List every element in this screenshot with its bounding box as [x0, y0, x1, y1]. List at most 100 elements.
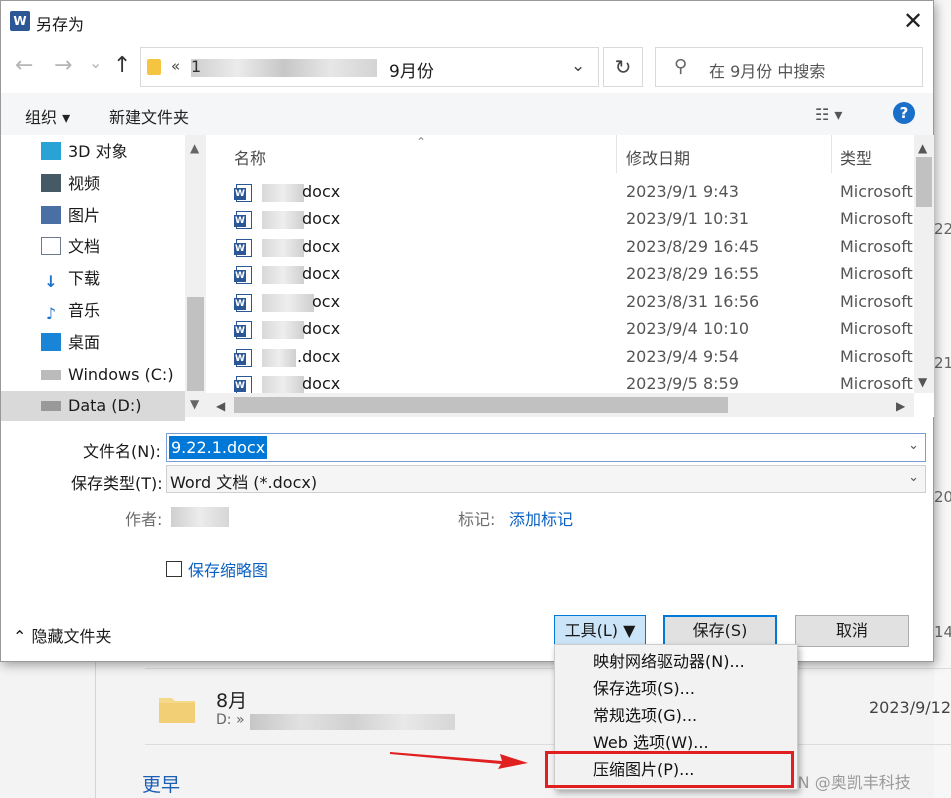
- nav-pane-scroll-thumb[interactable]: [187, 297, 204, 391]
- scroll-right-icon[interactable]: ▶: [896, 399, 905, 413]
- background-number: 21: [934, 354, 951, 372]
- chevron-down-icon[interactable]: ⌄: [908, 438, 919, 453]
- column-header-type[interactable]: 类型: [840, 145, 872, 169]
- word-document-icon: [234, 376, 252, 394]
- forward-arrow-icon[interactable]: →: [54, 54, 72, 78]
- annotation-highlight-box: [545, 751, 794, 788]
- cancel-button[interactable]: 取消: [795, 615, 909, 647]
- file-type: Microsoft: [840, 237, 913, 256]
- file-date: 2023/8/29 16:45: [626, 237, 760, 256]
- new-folder-button[interactable]: 新建文件夹: [109, 104, 189, 128]
- filename-label: 文件名(N):: [83, 442, 161, 461]
- column-header-name[interactable]: 名称: [234, 145, 266, 169]
- documents-icon: [41, 237, 61, 255]
- file-date: 2023/9/5 8:59: [626, 374, 739, 393]
- redacted-filename: [262, 239, 304, 257]
- hide-folders-toggle[interactable]: ⌃ 隐藏文件夹: [13, 623, 112, 647]
- filename-value[interactable]: 9.22.1.docx: [169, 436, 268, 459]
- save-button[interactable]: 保存(S): [663, 615, 777, 647]
- background-divider: [95, 662, 96, 798]
- menu-item-general-options[interactable]: 常规选项(G)...: [593, 702, 793, 729]
- scroll-up-icon[interactable]: ▲: [190, 141, 199, 155]
- nav-item-music[interactable]: ♪ 音乐: [41, 296, 186, 326]
- view-options-icon[interactable]: ☷ ▾: [815, 105, 842, 124]
- scroll-down-icon[interactable]: ▼: [190, 397, 199, 411]
- file-row[interactable]: docx 2023/9/4 10:10 Microsoft: [206, 316, 914, 343]
- nav-item-label: 视频: [68, 174, 101, 193]
- file-name: docx: [302, 209, 341, 228]
- redacted-path: [250, 714, 455, 730]
- tags-label: 标记:: [458, 510, 496, 529]
- address-segment: 1: [191, 57, 202, 76]
- column-header-modified[interactable]: 修改日期: [626, 145, 690, 169]
- file-type: Microsoft: [840, 347, 913, 366]
- folder-icon: [159, 698, 195, 723]
- file-type: Microsoft: [840, 209, 913, 228]
- nav-item-desktop[interactable]: 桌面: [41, 328, 186, 358]
- menu-item-map-network-drive[interactable]: 映射网络驱动器(N)...: [593, 648, 793, 675]
- drive-d-icon: [41, 401, 61, 411]
- column-divider[interactable]: [616, 135, 617, 173]
- navigation-pane: 3D 对象 视频 图片 文档 ↓ 下载 ♪ 音乐 桌面 Windows (C:) D…: [1, 135, 206, 421]
- nav-item-pictures[interactable]: 图片: [41, 201, 186, 231]
- chevron-down-icon[interactable]: ⌄: [908, 470, 919, 485]
- redacted-author[interactable]: [171, 507, 229, 527]
- column-divider[interactable]: [831, 135, 832, 173]
- tools-button[interactable]: 工具(L) ▼: [554, 615, 646, 647]
- savetype-select[interactable]: Word 文档 (*.docx) ⌄: [166, 465, 926, 493]
- file-date: 2023/9/4 9:54: [626, 347, 739, 366]
- nav-item-downloads[interactable]: ↓ 下载: [41, 264, 186, 294]
- file-row[interactable]: docx 2023/8/29 16:55 Microsoft: [206, 261, 914, 288]
- save-thumbnail-checkbox[interactable]: [166, 561, 182, 577]
- nav-item-label: Data (D:): [68, 396, 142, 415]
- file-type: Microsoft: [840, 264, 913, 283]
- file-type: Microsoft: [840, 292, 913, 311]
- file-name: docx: [302, 264, 341, 283]
- close-button[interactable]: ✕: [897, 7, 929, 37]
- scroll-up-icon[interactable]: ▲: [918, 141, 927, 155]
- file-row[interactable]: docx 2023/9/1 10:31 Microsoft: [206, 206, 914, 233]
- help-icon[interactable]: ?: [893, 102, 915, 124]
- author-label: 作者:: [125, 510, 163, 529]
- nav-item-label: 音乐: [68, 301, 101, 320]
- refresh-button[interactable]: ↻: [603, 47, 643, 87]
- file-row[interactable]: docx 2023/9/1 9:43 Microsoft: [206, 179, 914, 206]
- address-current-folder[interactable]: 9月份: [389, 57, 434, 82]
- nav-item-videos[interactable]: 视频: [41, 169, 186, 199]
- navigation-row: ← → ⌄ ↑ « 1 9月份 ⌄ ↻ ⚲ 在 9月份 中搜索: [1, 43, 933, 91]
- file-name: docx: [302, 237, 341, 256]
- file-type: Microsoft: [840, 374, 913, 393]
- nav-item-3d-objects[interactable]: 3D 对象: [41, 137, 186, 167]
- search-input[interactable]: ⚲ 在 9月份 中搜索: [655, 47, 923, 87]
- file-row[interactable]: docx 2023/8/29 16:45 Microsoft: [206, 234, 914, 261]
- add-tags-link[interactable]: 添加标记: [509, 506, 573, 530]
- menu-item-save-options[interactable]: 保存选项(S)...: [593, 675, 793, 702]
- file-type: Microsoft: [840, 182, 913, 201]
- background-divider: [145, 668, 951, 669]
- chevron-down-icon[interactable]: ⌄: [571, 56, 585, 76]
- file-list-horizontal-scroll-thumb[interactable]: [234, 397, 728, 413]
- organize-button[interactable]: 组织 ▾: [25, 104, 70, 128]
- nav-item-drive-c[interactable]: Windows (C:): [41, 360, 186, 390]
- up-arrow-icon[interactable]: ↑: [113, 54, 131, 78]
- background-folder-name[interactable]: 8月: [216, 686, 247, 713]
- nav-item-drive-d[interactable]: Data (D:): [1, 391, 185, 421]
- file-list-vertical-scroll-thumb[interactable]: [916, 157, 932, 207]
- word-document-icon: [234, 211, 252, 229]
- back-arrow-icon[interactable]: ←: [15, 54, 33, 78]
- nav-item-documents[interactable]: 文档: [41, 232, 186, 262]
- folder-icon: [147, 59, 161, 75]
- recent-locations-icon[interactable]: ⌄: [89, 51, 102, 75]
- scroll-down-icon[interactable]: ▼: [918, 375, 927, 389]
- background-number: 14: [934, 623, 951, 641]
- scroll-left-icon[interactable]: ◀: [216, 399, 225, 413]
- file-row[interactable]: ocx 2023/8/31 16:56 Microsoft: [206, 289, 914, 316]
- save-thumbnail-label[interactable]: 保存缩略图: [188, 557, 268, 581]
- background-divider: [145, 744, 951, 745]
- word-document-icon: [234, 239, 252, 257]
- filename-field[interactable]: 9.22.1.docx ⌄: [166, 433, 926, 462]
- address-bar[interactable]: « 1 9月份 ⌄: [140, 47, 599, 87]
- file-row[interactable]: .docx 2023/9/4 9:54 Microsoft: [206, 344, 914, 371]
- address-overflow-chevron[interactable]: «: [171, 57, 180, 75]
- background-folder-date: 2023/9/12: [869, 698, 951, 717]
